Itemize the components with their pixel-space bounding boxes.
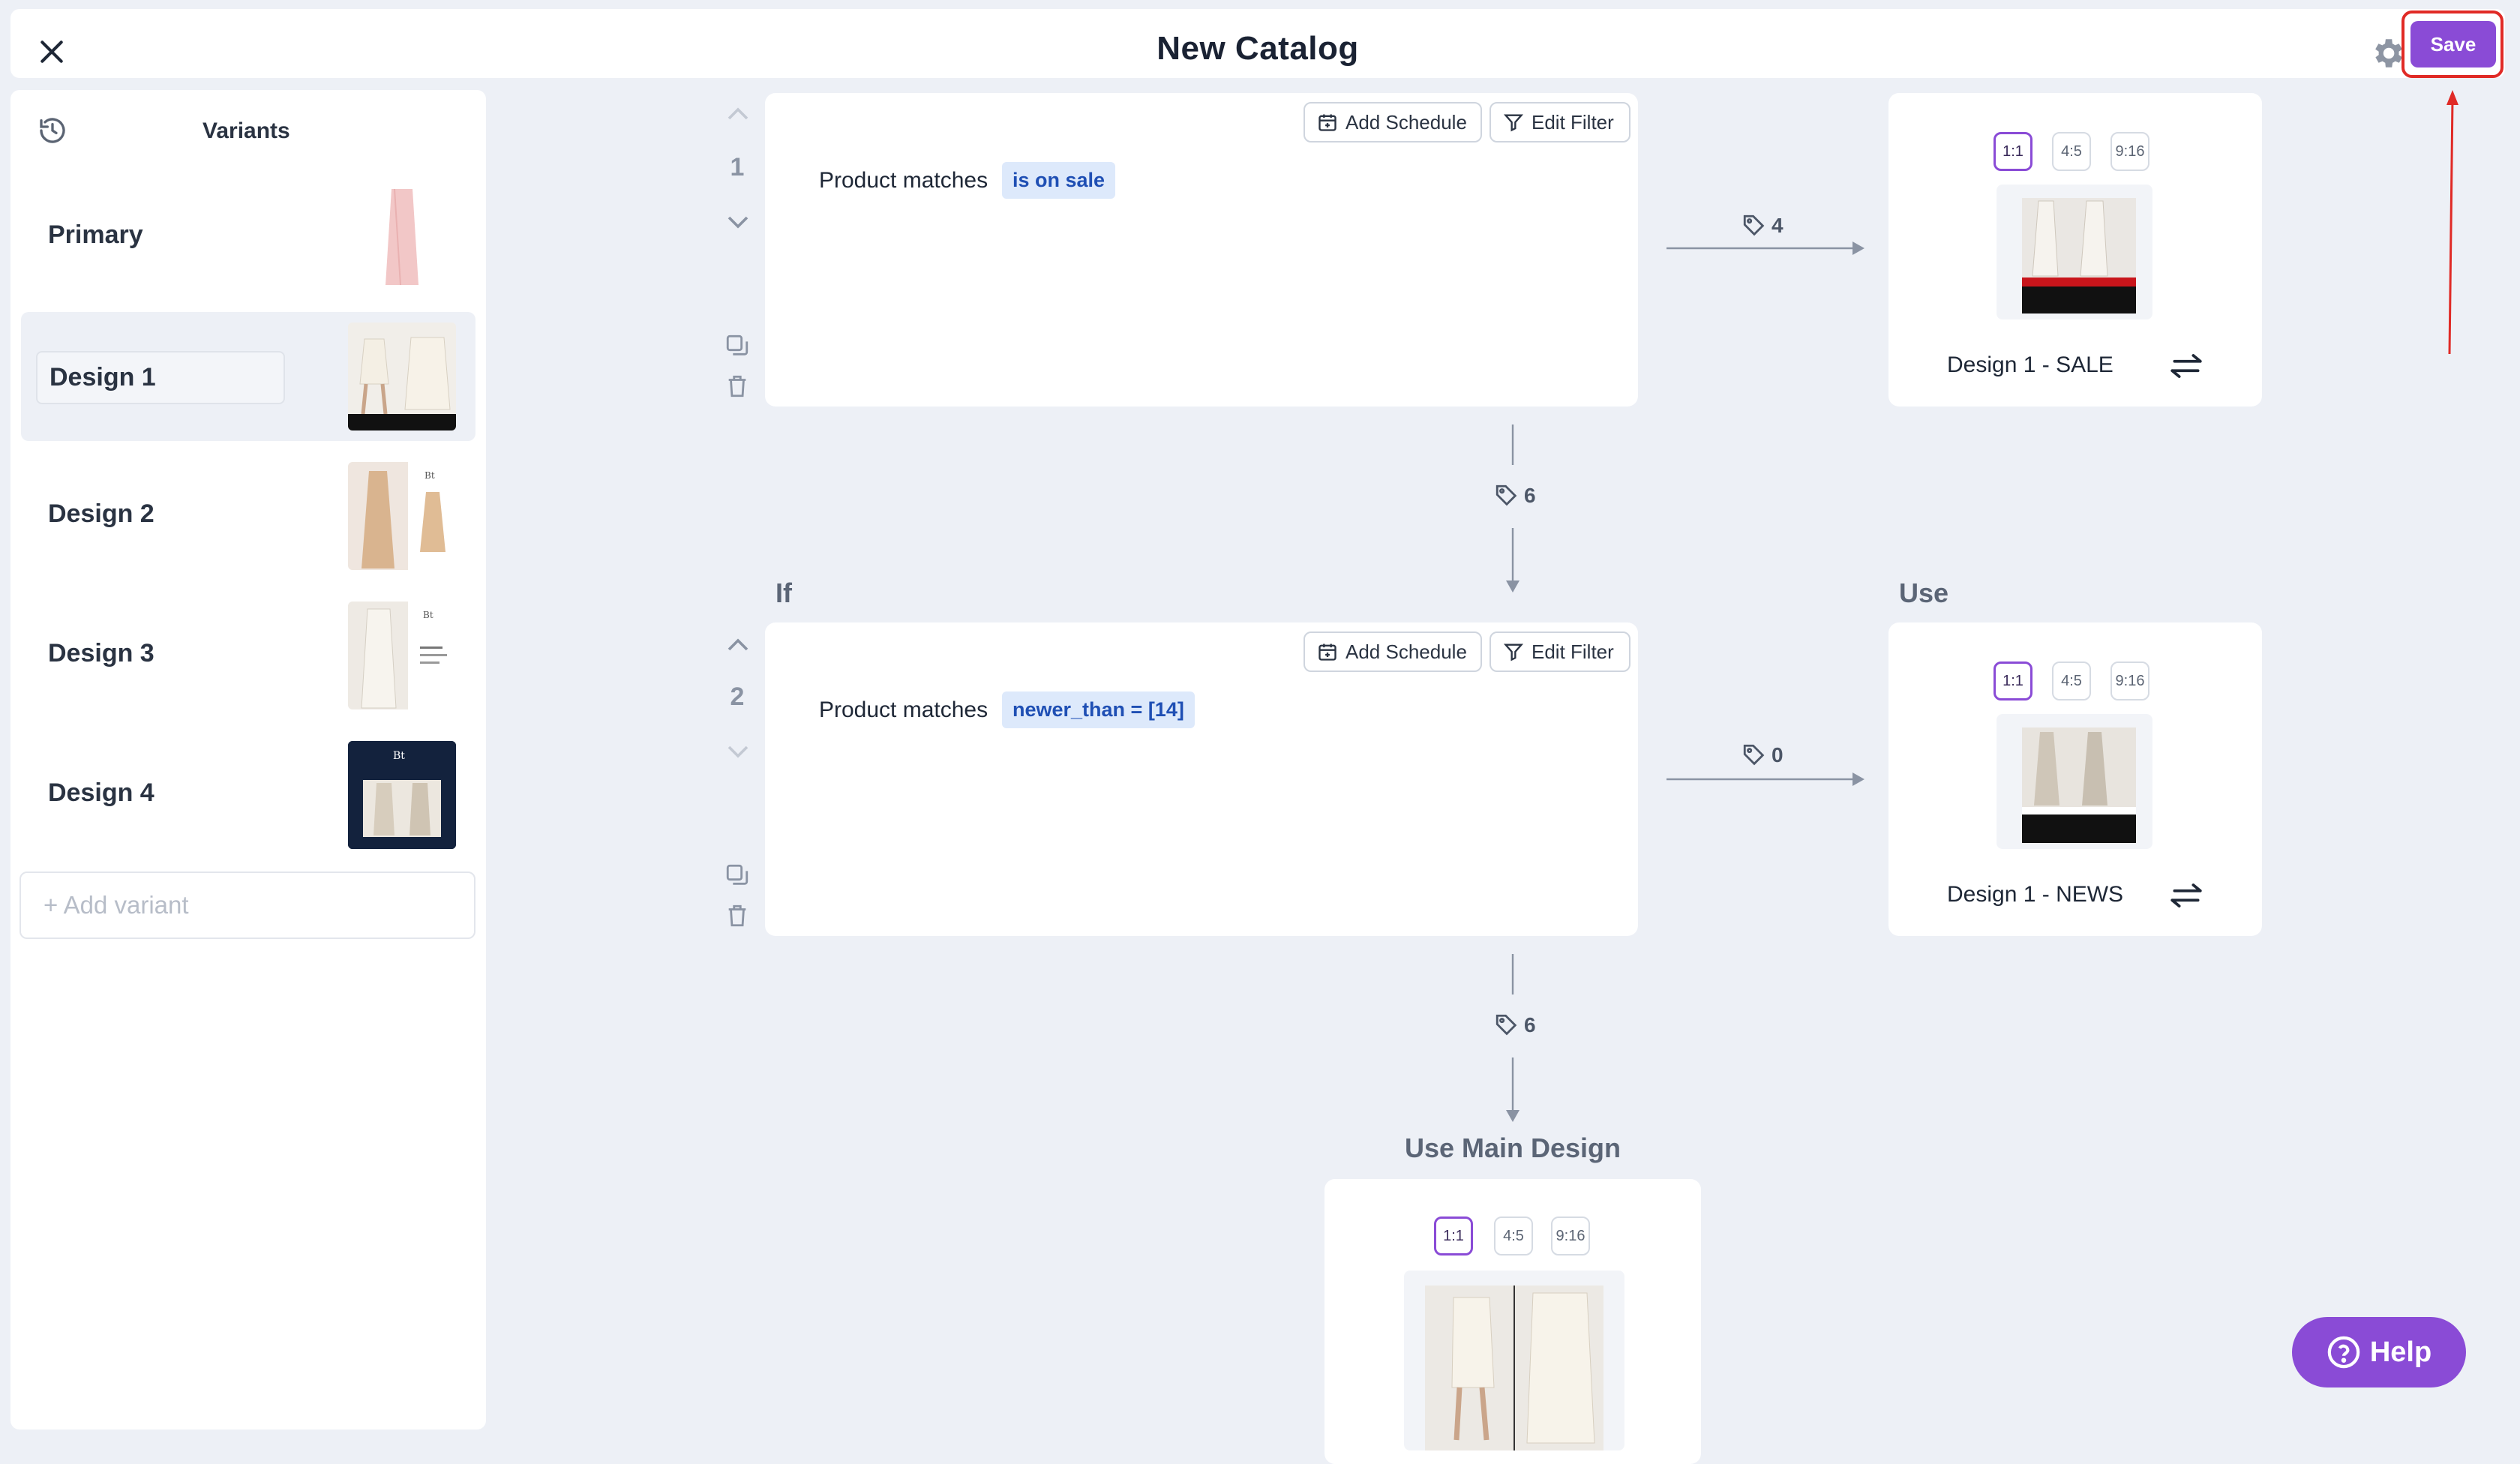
ratio-1-1[interactable]: 1:1 [1994,132,2032,171]
edit-filter-button[interactable]: Edit Filter [1490,632,1630,672]
svg-text:Bt: Bt [393,750,405,762]
calendar-plus-icon [1318,114,1336,131]
add-schedule-button[interactable]: Add Schedule [1304,632,1482,672]
variant-label: Design 4 [48,778,154,807]
remaining-count-value: 6 [1524,484,1536,507]
add-schedule-label: Add Schedule [1346,110,1467,134]
filter-tag[interactable]: is on sale [1002,162,1116,199]
move-up-icon[interactable] [724,636,752,654]
ratio-4-5[interactable]: 4:5 [2052,132,2091,171]
duplicate-icon[interactable] [724,333,750,358]
matched-count: 0 [1742,742,1784,768]
gear-icon[interactable] [2368,34,2406,72]
remaining-count-value: 6 [1524,1013,1536,1036]
top-bar: New Catalog [10,9,2505,78]
matched-count: 4 [1742,213,1784,238]
filter-icon [1503,114,1524,132]
ratio-9-16[interactable]: 9:16 [2110,662,2150,700]
primary-thumbnail [348,183,456,291]
duplicate-icon[interactable] [724,862,750,888]
move-down-icon[interactable] [724,742,752,760]
edit-filter-label: Edit Filter [1532,640,1614,663]
calendar-plus-icon [1318,644,1336,661]
variant-design-3[interactable]: Design 3 Bt [21,591,476,720]
match-label: Product matches [819,698,988,722]
filter-icon [1503,644,1524,662]
tag-icon [1743,214,1765,236]
flow-arrow [1666,242,1864,255]
ratio-1-1[interactable]: 1:1 [1434,1216,1473,1256]
use-label: Use [1899,578,1949,608]
matched-count-value: 4 [1772,214,1784,237]
svg-text:Bt: Bt [424,470,435,481]
edit-filter-button[interactable]: Edit Filter [1490,102,1630,142]
filter-tag[interactable]: newer_than = [14] [1002,692,1195,728]
variant-label: Design 3 [48,639,154,668]
design-preview [1996,184,2152,320]
swap-icon[interactable] [2168,880,2205,910]
sidebar-title: Variants [202,118,290,143]
annotation-arrow [2446,90,2458,355]
swap-icon[interactable] [2168,351,2205,381]
main-design-card[interactable]: 1:1 4:5 9:16 [1324,1179,1701,1464]
ratio-9-16[interactable]: 9:16 [1551,1216,1590,1256]
main-design-label: Use Main Design [1404,1132,1622,1163]
main-design-preview [1404,1270,1624,1450]
match-label: Product matches [819,168,988,193]
design-2-thumbnail: Bt [348,462,456,570]
trash-icon[interactable] [724,903,750,928]
ratio-9-16[interactable]: 9:16 [2110,132,2150,171]
design-preview [1996,714,2152,849]
variants-sidebar: Variants Primary Design 1 Design 2 Bt De… [10,90,486,1430]
design-name: Design 1 - NEWS [1947,882,2124,907]
edit-filter-label: Edit Filter [1532,110,1614,134]
history-icon[interactable] [38,116,68,146]
variant-design-2[interactable]: Design 2 Bt [21,452,476,580]
rule-2-card: Add Schedule Edit Filter Product matches… [765,622,1638,936]
variant-design-1[interactable]: Design 1 [21,312,476,441]
add-schedule-label: Add Schedule [1346,640,1467,663]
design-1-thumbnail [348,322,456,430]
variant-design-4[interactable]: Design 4 Bt [21,730,476,860]
rule-number: 2 [730,682,745,711]
variant-label: Design 1 [36,351,285,404]
help-label: Help [2369,1336,2432,1368]
tag-icon [1496,484,1517,506]
connector-line [1506,424,1520,592]
add-variant-button[interactable]: + Add variant [20,872,476,939]
move-down-icon[interactable] [724,213,752,231]
page-title: New Catalog [1156,30,1359,67]
design-name: Design 1 - SALE [1947,352,2114,377]
ratio-4-5[interactable]: 4:5 [1494,1216,1533,1256]
variant-label: Design 2 [48,500,154,528]
if-label: If [776,578,792,608]
flow-arrow [1666,772,1864,786]
design-card-1[interactable]: 1:1 4:5 9:16 Design 1 - SALE [1888,93,2262,406]
remaining-count: 6 [1494,483,1536,508]
connector-line [1506,954,1520,1122]
design-card-2[interactable]: 1:1 4:5 9:16 Design 1 - NEWS [1888,622,2262,936]
save-button[interactable]: Save [2410,21,2496,68]
ratio-1-1[interactable]: 1:1 [1994,662,2032,700]
rule-number: 1 [730,153,745,182]
trash-icon[interactable] [724,374,750,399]
variant-primary[interactable]: Primary [21,172,476,302]
tag-icon [1743,744,1765,766]
design-4-thumbnail: Bt [348,741,456,849]
tag-icon [1496,1014,1517,1036]
ratio-4-5[interactable]: 4:5 [2052,662,2091,700]
design-3-thumbnail: Bt [348,602,456,710]
rule-1-card: Add Schedule Edit Filter Product matches… [765,93,1638,406]
matched-count-value: 0 [1772,743,1784,766]
remaining-count: 6 [1494,1012,1536,1038]
add-schedule-button[interactable]: Add Schedule [1304,102,1482,142]
svg-text:Bt: Bt [423,610,434,620]
variant-label: Primary [48,220,143,249]
help-button[interactable]: Help [2292,1317,2466,1388]
question-icon [2327,1336,2360,1369]
move-up-icon[interactable] [724,105,752,123]
